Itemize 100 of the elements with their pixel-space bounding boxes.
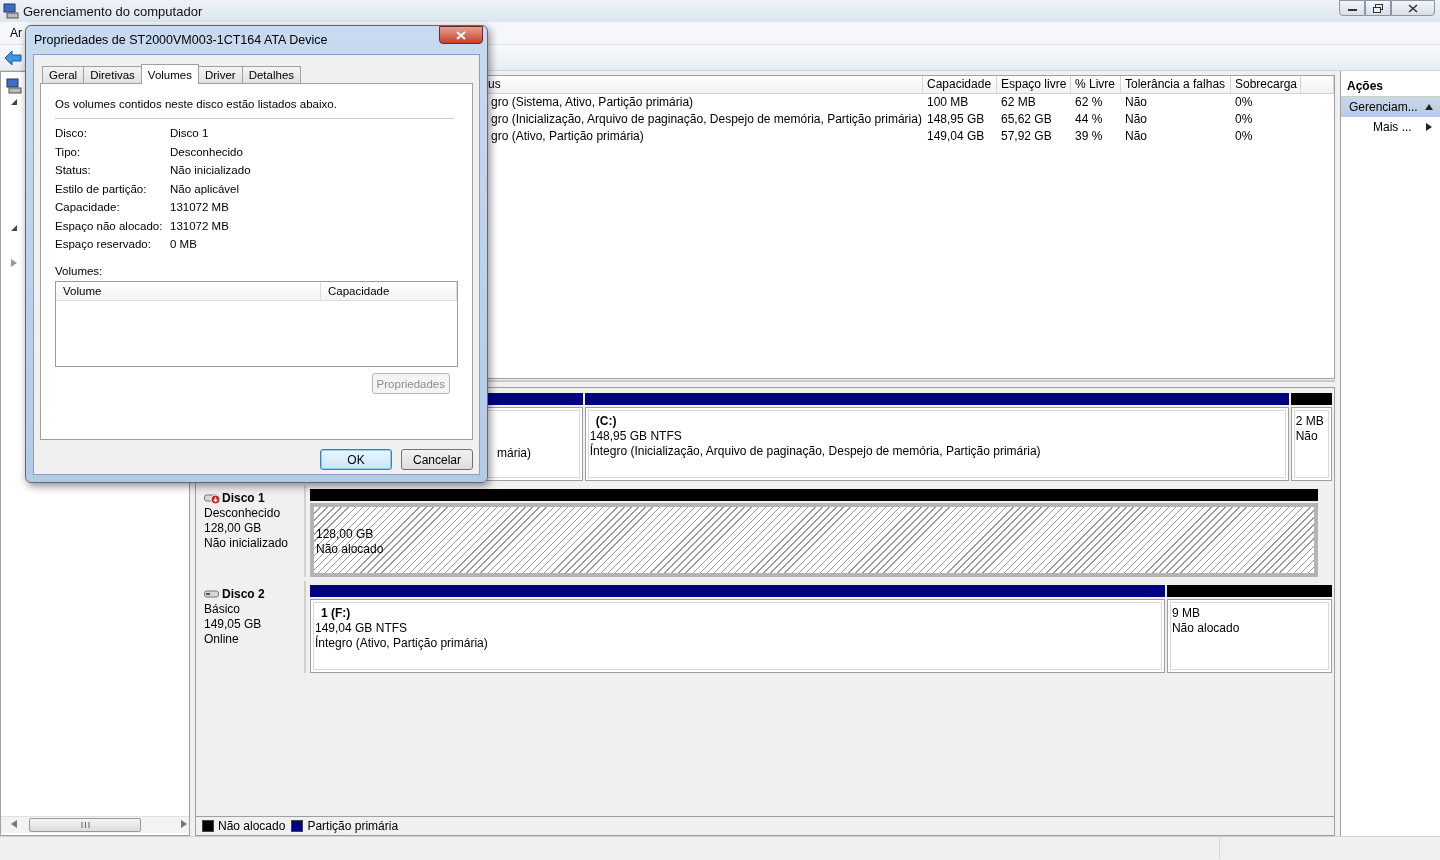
partition-size: 9 MB — [1171, 606, 1201, 621]
property-label: Espaço não alocado: — [55, 219, 164, 232]
intro-text: Os volumes contidos neste disco estão listados abaixo. — [55, 98, 338, 110]
horizontal-scrollbar[interactable] — [1, 816, 189, 833]
disk-capacity: 149,05 GB — [204, 617, 263, 632]
table-cell-text: gro (Inicialização, Arquivo de paginação, Despejo de memória, Partição primária) — [490, 111, 923, 128]
table-cell-text: 0% — [1234, 128, 1254, 145]
expanded-arrow-icon — [9, 97, 19, 107]
property-value: Não inicializado — [170, 164, 252, 176]
table-cell-text: 57,92 GB — [1000, 128, 1053, 145]
close-button[interactable] — [1391, 0, 1435, 16]
scroll-left-icon — [9, 819, 19, 829]
partition-status: Íntegro (Ativo, Partição primária) — [315, 636, 489, 651]
property-value: 0 MB — [170, 238, 198, 250]
partition-size: 148,95 GB NTFS — [589, 429, 683, 443]
computer-icon — [3, 3, 19, 19]
table-cell-text: gro (Ativo, Partição primária) — [490, 128, 645, 145]
partition-box[interactable]: 1 (F:) 149,04 GB NTFS Íntegro (Ativo, Partição primária) — [310, 599, 1165, 673]
partition-status: Íntegro (Inicialização, Arquivo de paginação, Despejo de memória, Partição primária) — [589, 444, 1042, 459]
table-cell-text: 65,62 GB — [1000, 111, 1053, 128]
table-cell-text: 0% — [1234, 111, 1254, 128]
tab[interactable]: Volumes — [140, 64, 199, 84]
disk-state: Online — [204, 632, 240, 647]
restore-icon — [1373, 3, 1383, 13]
tab[interactable]: Driver — [197, 66, 243, 83]
restore-button[interactable] — [1365, 0, 1391, 16]
table-cell-text: 0% — [1234, 94, 1254, 111]
disk-capacity: 128,00 GB — [204, 521, 263, 536]
table-cell-text: Não — [1124, 94, 1148, 111]
property-value: 131072 MB — [170, 219, 230, 232]
partition-size: 2 MB — [1295, 414, 1325, 429]
partition-status: mária) — [497, 446, 532, 461]
collapsed-arrow-icon — [9, 258, 19, 268]
column-header[interactable]: Capacidade — [321, 282, 457, 301]
close-icon — [1408, 3, 1418, 13]
table-cell-text: 62 % — [1074, 94, 1104, 111]
computer-management-icon — [6, 78, 22, 94]
grip-icon — [80, 822, 90, 828]
menu-item[interactable]: Ar — [0, 26, 22, 40]
partition-size: 128,00 GB — [316, 527, 375, 542]
partition-box[interactable]: (C:) 148,95 GB NTFS Íntegro (Inicialização, Arquivo de paginação, Despejo de memória, Partição primária) — [584, 407, 1289, 481]
partition-name: (C:) — [594, 414, 618, 429]
tab[interactable]: Geral — [42, 66, 85, 83]
column-header[interactable]: Tolerância a falhas — [1121, 76, 1231, 94]
table-cell-text: Não — [1124, 111, 1148, 128]
partition-status: Não — [1295, 429, 1319, 444]
partition-size: 149,04 GB NTFS — [315, 621, 409, 635]
property-value: 131072 MB — [170, 201, 230, 213]
minimize-button[interactable] — [1339, 0, 1365, 16]
legend-label: Partição primária — [307, 819, 399, 833]
ok-button[interactable]: OK — [320, 449, 392, 470]
disk-type: Básico — [204, 602, 242, 617]
property-label: Tipo: — [55, 145, 82, 158]
actions-section[interactable]: Gerenciam... — [1341, 97, 1440, 117]
table-cell-text: gro (Sistema, Ativo, Partição primária) — [490, 94, 695, 111]
property-value: Desconhecido — [170, 145, 244, 158]
table-cell-text: 148,95 GB — [926, 111, 986, 128]
column-header[interactable]: Espaço livre — [997, 76, 1071, 94]
action-item[interactable]: Mais ... — [1341, 117, 1440, 137]
table-cell-text: 100 MB — [926, 94, 970, 111]
table-cell-text: 149,04 GB — [926, 128, 986, 145]
table-cell-text: Não — [1124, 128, 1148, 145]
property-label: Capacidade: — [55, 201, 121, 213]
volumes-list[interactable]: Volume Capacidade — [55, 281, 458, 367]
scroll-right-icon — [179, 819, 189, 829]
table-cell-text: 39 % — [1074, 128, 1104, 145]
tab[interactable]: Detalhes — [241, 66, 302, 83]
dialog-title: Propriedades de ST2000VM003-1CT164 ATA Device — [34, 33, 328, 47]
column-header[interactable]: Sobrecarga — [1231, 76, 1301, 94]
property-label: Status: — [55, 164, 92, 176]
partition-name: 1 (F:) — [320, 606, 352, 621]
table-cell-text: 44 % — [1074, 111, 1104, 128]
partition-status: Não alocado — [316, 542, 385, 557]
disk-state: Não inicializado — [204, 536, 290, 551]
partition-box[interactable]: 2 MB Não — [1290, 407, 1332, 481]
back-arrow-icon[interactable] — [4, 49, 22, 66]
partition-box[interactable]: 9 MB Não alocado — [1166, 599, 1332, 673]
column-header[interactable]: Volume — [56, 282, 321, 301]
window-title: Gerenciamento do computador — [23, 3, 203, 19]
close-icon — [456, 30, 466, 40]
unallocated-region[interactable]: 128,00 GB Não alocado — [310, 503, 1318, 577]
table-cell-text: 62 MB — [1000, 94, 1037, 111]
property-label: Espaço reservado: — [55, 238, 152, 250]
legend-label: Não alocado — [218, 819, 286, 833]
collapse-arrow-icon — [1424, 102, 1434, 112]
volumes-label: Volumes: — [55, 265, 104, 277]
expanded-arrow-icon — [9, 223, 19, 233]
disk-warning-icon — [204, 492, 221, 505]
property-value: Disco 1 — [170, 127, 210, 139]
property-label: Disco: — [55, 127, 88, 139]
property-label: Estilo de partição: — [55, 182, 148, 195]
column-header[interactable]: Capacidade — [923, 76, 997, 94]
submenu-arrow-icon — [1424, 122, 1434, 132]
close-button[interactable] — [439, 26, 483, 44]
partition-status: Não alocado — [1171, 621, 1241, 636]
tab[interactable]: Diretivas — [83, 66, 142, 83]
cancel-button[interactable]: Cancelar — [401, 449, 473, 470]
disk-type: Desconhecido — [204, 506, 282, 521]
disk-name: Disco 1 — [222, 491, 265, 506]
column-header[interactable]: % Livre — [1071, 76, 1121, 94]
